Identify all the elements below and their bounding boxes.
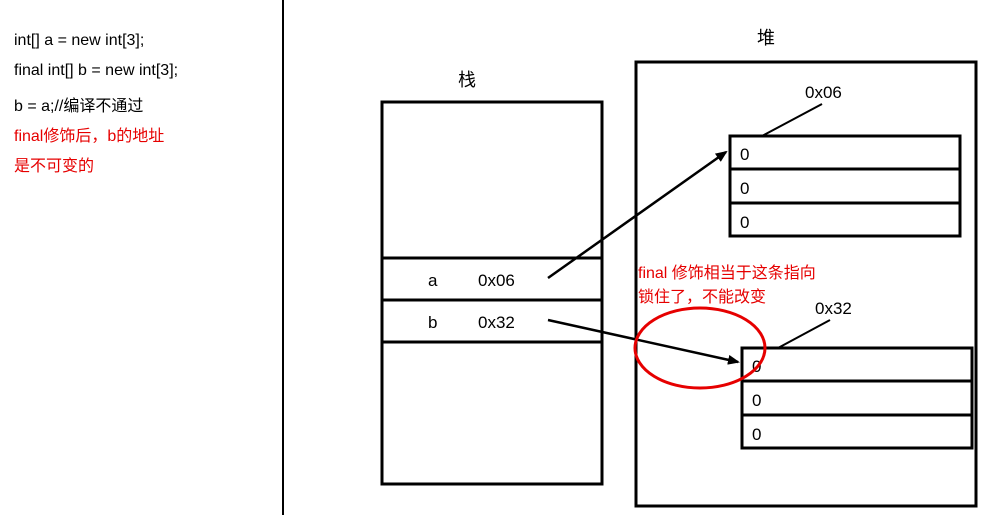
heap-a-cell-2: 0 xyxy=(740,213,749,232)
heap-addr-0x06: 0x06 xyxy=(805,83,842,102)
stack-val-a: 0x06 xyxy=(478,271,515,290)
arrow-note-1: final 修饰相当于这条指向 xyxy=(638,264,816,282)
stack-var-a: a xyxy=(428,271,438,290)
heap-a-cell-1: 0 xyxy=(740,179,749,198)
memory-diagram: 栈 堆 a 0x06 b 0x32 0x06 0 0 0 0x32 0 0 0 … xyxy=(0,0,985,515)
heap-a-cell-0: 0 xyxy=(740,145,749,164)
heap-b-cell-2: 0 xyxy=(752,425,761,444)
stack-box xyxy=(382,102,602,484)
heap-array-b xyxy=(742,348,972,448)
heap-b-cell-1: 0 xyxy=(752,391,761,410)
heap-addr-0x32: 0x32 xyxy=(815,299,852,318)
arrow-note-2: 锁住了，不能改变 xyxy=(638,288,766,306)
stack-var-b: b xyxy=(428,313,437,332)
heap-box xyxy=(636,62,976,506)
stack-val-b: 0x32 xyxy=(478,313,515,332)
stack-label: 栈 xyxy=(458,70,476,90)
heap-array-a xyxy=(730,136,960,236)
heap-label: 堆 xyxy=(757,28,775,48)
